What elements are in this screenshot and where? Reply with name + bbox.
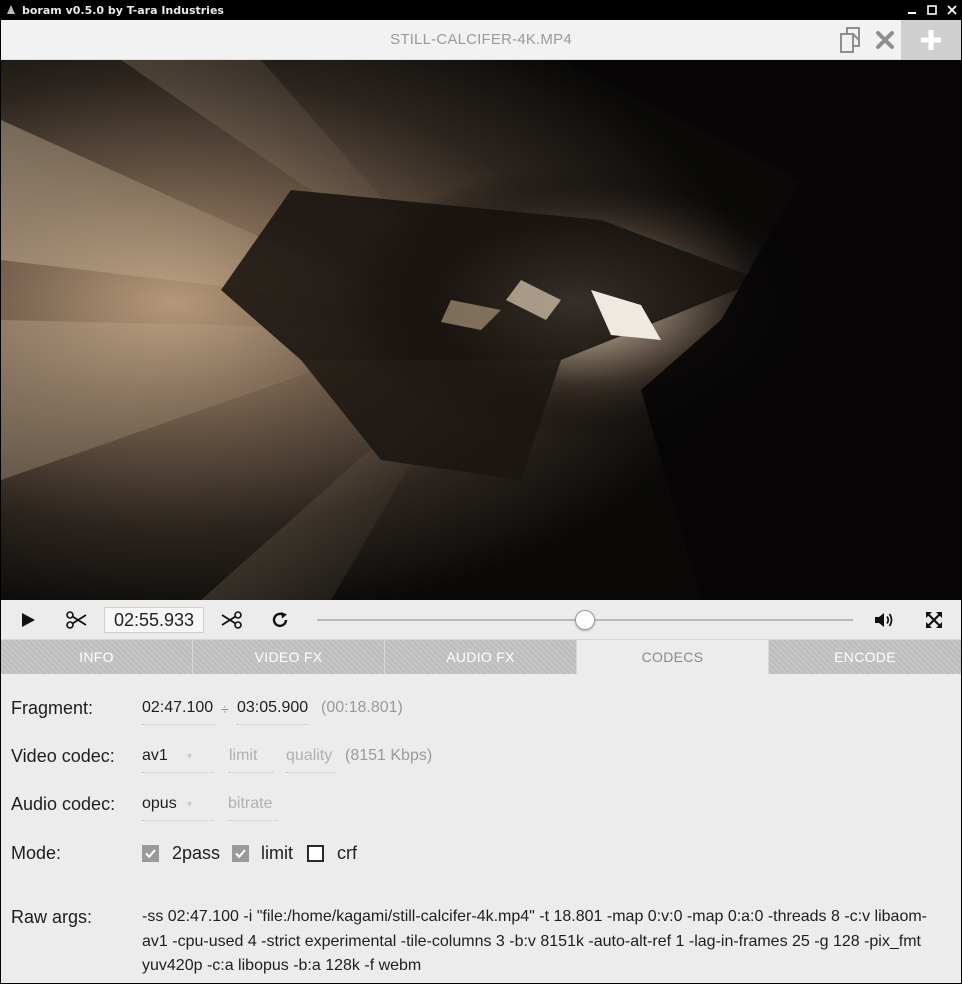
audio-codec-dropdown-icon: ▾ [187, 799, 193, 810]
video-codec-dropdown-icon: ▾ [187, 751, 193, 762]
copy-icon[interactable] [834, 20, 870, 60]
scissors-icon [221, 611, 242, 629]
fragment-separator: ÷ [221, 701, 229, 717]
audio-codec-select[interactable]: opus [142, 795, 214, 821]
fragment-label: Fragment: [11, 698, 94, 718]
file-header: STILL-CALCIFER-4K.MP4 [1, 20, 961, 60]
volume-icon [875, 613, 893, 627]
tab-video-fx[interactable]: VIDEO FX [193, 640, 385, 674]
refresh-icon [272, 612, 288, 628]
window-title: boram v0.5.0 by T-ara Industries [22, 3, 224, 17]
plus-icon [921, 30, 941, 50]
audio-bitrate-input[interactable]: bitrate [228, 795, 278, 821]
fullscreen-icon [926, 612, 942, 628]
video-bitrate-hint: (8151 Kbps) [345, 747, 433, 764]
app-icon [7, 5, 15, 14]
app-window: STILL-CALCIFER-4K.MP4 02:55.933 INFO VID… [1, 20, 961, 983]
tab-info[interactable]: INFO [1, 640, 193, 674]
current-time[interactable]: 02:55.933 [104, 607, 204, 633]
crf-checkbox[interactable] [307, 845, 324, 862]
twopass-label: 2pass [172, 843, 221, 863]
raw-args-label: Raw args: [11, 907, 93, 927]
codecs-panel: Fragment: 02:47.100 ÷ 03:05.900 (00:18.8… [1, 674, 961, 983]
window-titlebar: boram v0.5.0 by T-ara Industries [0, 0, 962, 20]
check-icon [235, 849, 246, 859]
video-codec-value: av1 [142, 747, 168, 764]
video-limit-input[interactable]: limit [229, 747, 273, 773]
playback-controls: 02:55.933 [1, 600, 961, 640]
scissors-icon [66, 611, 87, 629]
close-window-button[interactable] [942, 0, 962, 20]
audio-codec-value: opus [142, 795, 177, 812]
minimize-button[interactable] [902, 0, 922, 20]
tab-encode[interactable]: ENCODE [769, 640, 961, 674]
file-name: STILL-CALCIFER-4K.MP4 [390, 31, 572, 48]
audio-codec-label: Audio codec: [11, 794, 116, 814]
limit-label: limit [261, 843, 293, 863]
play-icon [22, 613, 35, 627]
seek-handle[interactable] [575, 610, 595, 630]
raw-args-textarea[interactable]: -ss 02:47.100 -i "file:/home/kagami/stil… [142, 905, 950, 983]
close-file-icon[interactable] [871, 20, 899, 60]
volume-button[interactable] [869, 600, 899, 640]
tab-codecs[interactable]: CODECS [577, 640, 769, 674]
video-frame [1, 60, 961, 600]
fullscreen-button[interactable] [919, 600, 949, 640]
crf-label: crf [337, 843, 357, 863]
limit-checkbox[interactable] [232, 845, 249, 862]
maximize-button[interactable] [922, 0, 942, 20]
video-codec-select[interactable]: av1 [142, 747, 214, 773]
section-tabs: INFO VIDEO FX AUDIO FX CODECS ENCODE [1, 640, 961, 674]
mark-start-button[interactable] [61, 600, 93, 640]
mark-end-button[interactable] [215, 600, 247, 640]
play-button[interactable] [13, 600, 43, 640]
tab-audio-fx[interactable]: AUDIO FX [385, 640, 577, 674]
fragment-duration: (00:18.801) [321, 699, 403, 716]
fragment-end-input[interactable]: 03:05.900 [237, 699, 309, 725]
video-codec-label: Video codec: [11, 746, 115, 766]
video-preview[interactable] [1, 60, 961, 600]
video-quality-input[interactable]: quality [286, 747, 336, 773]
check-icon [145, 849, 156, 859]
add-file-button[interactable] [901, 20, 961, 60]
fragment-start-input[interactable]: 02:47.100 [142, 699, 216, 725]
twopass-checkbox[interactable] [142, 845, 159, 862]
loop-button[interactable] [265, 600, 295, 640]
mode-label: Mode: [11, 843, 62, 863]
